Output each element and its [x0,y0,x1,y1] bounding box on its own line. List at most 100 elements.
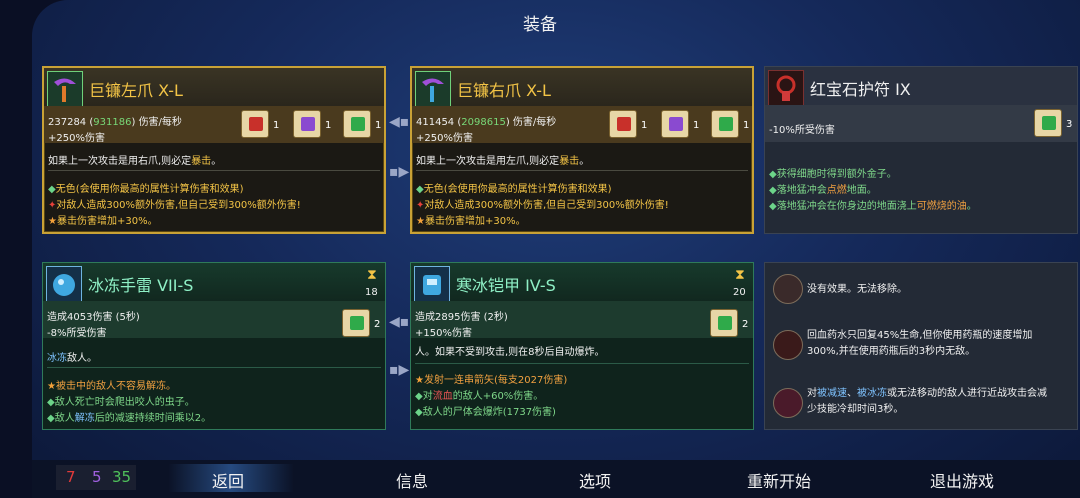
scroll-count: 1 [375,120,382,131]
affix-text: 暴击伤害增加+30%。 [56,216,158,227]
affix-text: 敌人 [54,413,75,424]
affix-text: 无色(会使用你最高的属性计算伤害和效果) [423,184,612,195]
scroll-slot-tactics: 1 [661,110,701,140]
affix-text: 无色(会使用你最高的属性计算伤害和效果) [55,184,244,195]
dps-value: 411454 [416,117,455,128]
damage-bonus: +250%伤害 [48,133,105,144]
brutality-count: 7 [66,468,76,486]
affix-keyword: 解冻 [74,413,95,424]
scroll-count: 2 [374,319,381,330]
affix-line: ◆无色(会使用你最高的属性计算伤害和效果) [48,184,244,195]
effect-text: 如果上一次攻击是用右爪,则必定 [48,156,192,167]
slow-target-mutation-icon [773,388,803,418]
mutation-text: 没有效果。无法移除。 [807,284,907,295]
affix-text: 敌人死亡时会爬出咬人的虫子。 [54,397,195,408]
affix-suffix: 的敌人+60%伤害。 [452,391,544,402]
swap-right-arrow-icon: ▪▶ [389,362,410,378]
affix-line: ◆敌人死亡时会爬出咬人的虫子。 [47,397,195,408]
mutation-keyword: 被冰冻 [857,388,887,399]
mutation-text: 对被减速、被冰冻或无法移动的敌人进行近战攻击会减 [807,386,1047,402]
effect-keyword: 暴击 [559,156,580,167]
weapon-card-right[interactable]: 巨镰右爪 X-L 411454 (2098615) 伤害/每秒 +250%伤害 … [410,66,754,234]
tactics-scroll-icon [293,110,321,138]
divider [415,363,749,364]
mutation-row[interactable]: 对被减速、被冰冻或无法移动的敌人进行近战攻击会减 少技能冷却时间3秒。 [765,383,1077,423]
affix-text: 敌人的尸体会爆炸(1737伤害) [422,407,556,418]
brutality-scroll-icon [609,110,637,138]
affix-line: ◆敌人解冻后的减速持续时间乘以2。 [47,413,212,424]
scroll-count: 1 [693,120,700,131]
skill-damage: 造成2895伤害 (2秒) [415,312,508,323]
affix-line: ★被击中的敌人不容易解冻。 [47,381,176,392]
dps-unit: 伤害/每秒 [512,117,557,128]
weapon-card-left[interactable]: 巨镰左爪 X-L 237284 (931186) 伤害/每秒 +250%伤害 1… [42,66,386,234]
bullet-text: 落地猛冲会在你身边的地面浇上 [776,201,917,212]
bullet-text: 获得细胞时得到额外金子。 [776,169,897,180]
scroll-count: 1 [641,120,648,131]
scroll-slot-brutality: 1 [241,110,281,140]
brutality-scroll-icon [241,110,269,138]
survival-scroll-icon [711,110,739,138]
swap-right-arrow-icon: ▪▶ [389,164,410,180]
damage-bonus: +250%伤害 [416,133,473,144]
mutation-text: 少技能冷却时间3秒。 [807,404,904,415]
affix-line: ✦对敌人造成300%额外伤害,但自己受到300%额外伤害! [416,200,669,211]
info-button[interactable]: 信息 [352,468,472,492]
mutation-text: 回血药水只回复45%生命,但你使用药瓶的速度增加 [807,330,1033,341]
mutation-sep: 、 [847,388,857,399]
bullet-keyword: 可燃烧的油 [916,201,967,212]
scroll-count: 1 [743,120,750,131]
affix-line: ◆对流血的敌人+60%伤害。 [415,391,544,402]
quit-game-button[interactable]: 退出游戏 [902,468,1022,492]
mutation-keyword: 被减速 [817,388,847,399]
effect-suffix: 。 [211,156,222,167]
back-button[interactable]: 返回 [168,468,288,492]
skill-card-left[interactable]: 冰冻手雷 VII-S ⧗ 18 造成4053伤害 (5秒) -8%所受伤害 2 … [42,262,386,430]
effect-suffix: 。 [579,156,590,167]
survival-scroll-icon [1034,109,1062,137]
scroll-count: 1 [273,120,280,131]
amulet-stat: -10%所受伤害 [769,125,835,136]
mutation-row[interactable]: 回血药水只回复45%生命,但你使用药瓶的速度增加 300%,并在使用药瓶后的3秒… [765,325,1077,365]
effect-description: 如果上一次攻击是用右爪,则必定暴击。 [48,152,221,167]
mutations-panel: 没有效果。无法移除。 回血药水只回复45%生命,但你使用药瓶的速度增加 300%… [764,262,1078,430]
affix-text: 暴击伤害增加+30%。 [424,216,526,227]
survival-scroll-icon [343,110,371,138]
item-name: 寒冰铠甲 IV-S [456,276,556,295]
potion-mutation-icon [773,330,803,360]
options-button[interactable]: 选项 [535,468,655,492]
swap-left-arrow-icon: ◀▪ [389,114,410,130]
page-title: 装备 [523,15,557,35]
ice-armor-icon [414,266,450,302]
affix-text: 对 [422,391,433,402]
dps-value: 237284 [48,117,87,128]
affix-text: 对敌人造成300%额外伤害,但自己受到300%额外伤害! [424,200,669,211]
hourglass-icon: ⧗ [367,267,377,283]
affix-keyword: 流血 [432,391,453,402]
restart-button[interactable]: 重新开始 [719,468,839,492]
skill-card-right[interactable]: 寒冰铠甲 IV-S ⧗ 20 造成2895伤害 (2秒) +150%伤害 2 人… [410,262,754,430]
tactics-count: 5 [92,468,102,486]
affix-line: ★发射一连串箭矢(每支2027伤害) [415,375,568,386]
survival-scroll-icon [342,309,370,337]
affix-text: 对敌人造成300%额外伤害,但自己受到300%额外伤害! [56,200,301,211]
bullet-suffix: 。 [966,201,977,212]
divider [416,170,748,171]
affix-line: ★暴击伤害增加+30%。 [48,216,158,227]
dps-line: 237284 (931186) 伤害/每秒 [48,117,182,128]
divider [47,367,381,368]
amulet-bullet: ◆获得细胞时得到额外金子。 [769,169,897,180]
scroll-slot-survival: 2 [710,309,750,339]
affix-line: ★暴击伤害增加+30%。 [416,216,526,227]
scroll-count: 2 [742,319,749,330]
affix-suffix: 后的减速持续时间乘以2。 [94,413,212,424]
affix-text: 发射一连串箭矢(每支2027伤害) [423,375,568,386]
affix-line: ✦对敌人造成300%额外伤害,但自己受到300%额外伤害! [48,200,301,211]
effect-text: 敌人。 [67,353,97,364]
no-effect-mutation-icon [773,274,803,304]
effect-description: 如果上一次攻击是用左爪,则必定暴击。 [416,152,589,167]
amulet-card[interactable]: 红宝石护符 IX -10%所受伤害 3 ◆获得细胞时得到额外金子。 ◆落地猛冲会… [764,66,1078,234]
item-name: 红宝石护符 IX [810,80,911,99]
mutation-row[interactable]: 没有效果。无法移除。 [765,269,1077,309]
hourglass-icon: ⧗ [735,267,745,283]
